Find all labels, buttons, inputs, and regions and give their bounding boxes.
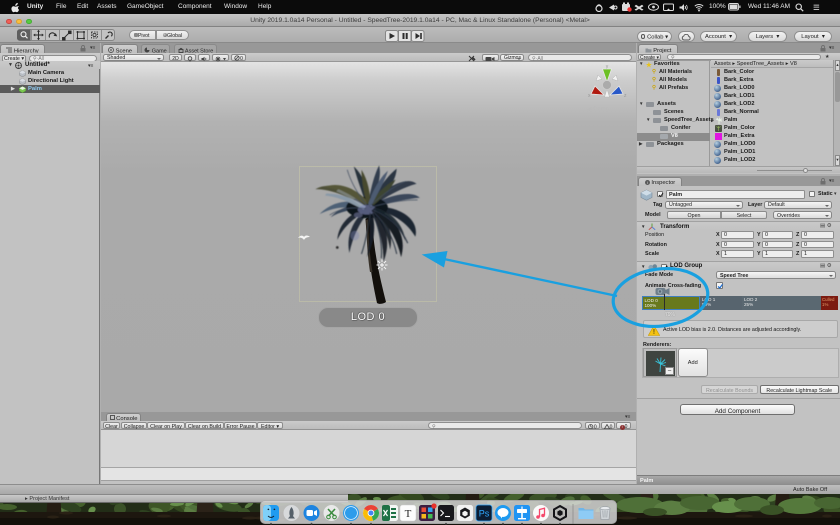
svg-text:x: x	[588, 93, 591, 99]
svg-text:T: T	[405, 508, 412, 520]
svg-text:Ps: Ps	[479, 509, 490, 519]
svg-text:z: z	[624, 93, 627, 99]
svg-text:!: !	[653, 329, 655, 336]
